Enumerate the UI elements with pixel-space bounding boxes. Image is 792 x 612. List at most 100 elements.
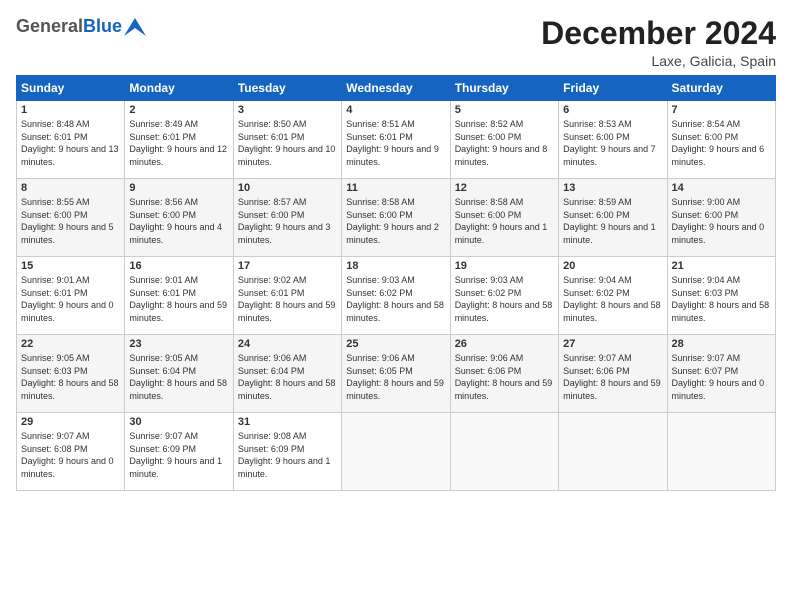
calendar-day [342,413,450,491]
logo-blue: Blue [83,16,122,36]
calendar-day: 15 Sunrise: 9:01 AMSunset: 6:01 PMDayligh… [17,257,125,335]
day-info: Sunrise: 9:08 AMSunset: 6:09 PMDaylight:… [238,430,337,480]
month-title: December 2024 [541,16,776,51]
day-info: Sunrise: 9:06 AMSunset: 6:06 PMDaylight:… [455,352,554,402]
day-info: Sunrise: 9:07 AMSunset: 6:08 PMDaylight:… [21,430,120,480]
day-info: Sunrise: 9:06 AMSunset: 6:04 PMDaylight:… [238,352,337,402]
calendar-day: 1 Sunrise: 8:48 AMSunset: 6:01 PMDaylight… [17,101,125,179]
calendar-week-row: 29Sunrise: 9:07 AMSunset: 6:08 PMDayligh… [17,413,776,491]
calendar-day: 22 Sunrise: 9:05 AMSunset: 6:03 PMDayligh… [17,335,125,413]
calendar-day: 29Sunrise: 9:07 AMSunset: 6:08 PMDayligh… [17,413,125,491]
calendar-day: 26Sunrise: 9:06 AMSunset: 6:06 PMDayligh… [450,335,558,413]
day-number: 5 [455,104,554,116]
day-info: Sunrise: 9:02 AMSunset: 6:01 PMDaylight:… [238,274,337,324]
calendar-day: 11 Sunrise: 8:58 AMSunset: 6:00 PMDayligh… [342,179,450,257]
calendar-day: 19 Sunrise: 9:03 AMSunset: 6:02 PMDayligh… [450,257,558,335]
day-info: Sunrise: 9:05 AMSunset: 6:04 PMDaylight:… [129,352,228,402]
day-number: 18 [346,260,445,272]
calendar-day: 20 Sunrise: 9:04 AMSunset: 6:02 PMDayligh… [559,257,667,335]
calendar-header: Sunday Monday Tuesday Wednesday Thursday… [17,76,776,101]
calendar-day: 13Sunrise: 8:59 AMSunset: 6:00 PMDayligh… [559,179,667,257]
day-info: Sunrise: 9:04 AMSunset: 6:03 PMDaylight:… [672,274,771,324]
day-info: Sunrise: 8:48 AMSunset: 6:01 PMDaylight:… [21,118,120,168]
day-number: 8 [21,182,120,194]
day-info: Sunrise: 9:03 AMSunset: 6:02 PMDaylight:… [346,274,445,324]
page-container: GeneralBlue December 2024 Laxe, Galicia,… [0,0,792,499]
col-sunday: Sunday [17,76,125,101]
calendar-day: 31 Sunrise: 9:08 AMSunset: 6:09 PMDayligh… [233,413,341,491]
day-info: Sunrise: 8:54 AMSunset: 6:00 PMDaylight:… [672,118,771,168]
day-info: Sunrise: 8:58 AMSunset: 6:00 PMDaylight:… [455,196,554,246]
day-info: Sunrise: 9:07 AMSunset: 6:07 PMDaylight:… [672,352,771,402]
col-monday: Monday [125,76,233,101]
day-number: 11 [346,182,445,194]
col-tuesday: Tuesday [233,76,341,101]
day-number: 12 [455,182,554,194]
day-number: 7 [672,104,771,116]
col-friday: Friday [559,76,667,101]
day-number: 1 [21,104,120,116]
day-info: Sunrise: 8:55 AMSunset: 6:00 PMDaylight:… [21,196,120,246]
day-number: 17 [238,260,337,272]
col-saturday: Saturday [667,76,775,101]
calendar-day: 25Sunrise: 9:06 AMSunset: 6:05 PMDayligh… [342,335,450,413]
calendar-day: 27Sunrise: 9:07 AMSunset: 6:06 PMDayligh… [559,335,667,413]
day-number: 16 [129,260,228,272]
day-info: Sunrise: 9:03 AMSunset: 6:02 PMDaylight:… [455,274,554,324]
day-info: Sunrise: 8:50 AMSunset: 6:01 PMDaylight:… [238,118,337,168]
day-number: 15 [21,260,120,272]
day-number: 21 [672,260,771,272]
calendar-day: 4Sunrise: 8:51 AMSunset: 6:01 PMDaylight… [342,101,450,179]
day-info: Sunrise: 8:57 AMSunset: 6:00 PMDaylight:… [238,196,337,246]
day-number: 22 [21,338,120,350]
calendar-week-row: 1 Sunrise: 8:48 AMSunset: 6:01 PMDaylight… [17,101,776,179]
day-number: 19 [455,260,554,272]
day-number: 28 [672,338,771,350]
calendar-day [667,413,775,491]
day-info: Sunrise: 8:53 AMSunset: 6:00 PMDaylight:… [563,118,662,168]
day-number: 2 [129,104,228,116]
col-wednesday: Wednesday [342,76,450,101]
day-info: Sunrise: 9:04 AMSunset: 6:02 PMDaylight:… [563,274,662,324]
day-info: Sunrise: 8:52 AMSunset: 6:00 PMDaylight:… [455,118,554,168]
calendar-day: 3Sunrise: 8:50 AMSunset: 6:01 PMDaylight… [233,101,341,179]
day-number: 20 [563,260,662,272]
calendar-week-row: 15 Sunrise: 9:01 AMSunset: 6:01 PMDayligh… [17,257,776,335]
col-thursday: Thursday [450,76,558,101]
day-info: Sunrise: 8:58 AMSunset: 6:00 PMDaylight:… [346,196,445,246]
calendar-day: 24Sunrise: 9:06 AMSunset: 6:04 PMDayligh… [233,335,341,413]
day-info: Sunrise: 8:49 AMSunset: 6:01 PMDaylight:… [129,118,228,168]
calendar-week-row: 22 Sunrise: 9:05 AMSunset: 6:03 PMDayligh… [17,335,776,413]
day-info: Sunrise: 8:51 AMSunset: 6:01 PMDaylight:… [346,118,445,168]
calendar-day: 16Sunrise: 9:01 AMSunset: 6:01 PMDayligh… [125,257,233,335]
day-info: Sunrise: 9:01 AMSunset: 6:01 PMDaylight:… [21,274,120,324]
calendar-day: 30 Sunrise: 9:07 AMSunset: 6:09 PMDayligh… [125,413,233,491]
day-number: 10 [238,182,337,194]
day-info: Sunrise: 9:07 AMSunset: 6:09 PMDaylight:… [129,430,228,480]
calendar-day [559,413,667,491]
day-info: Sunrise: 9:05 AMSunset: 6:03 PMDaylight:… [21,352,120,402]
calendar-day: 8 Sunrise: 8:55 AMSunset: 6:00 PMDaylight… [17,179,125,257]
calendar-day: 23Sunrise: 9:05 AMSunset: 6:04 PMDayligh… [125,335,233,413]
day-info: Sunrise: 9:00 AMSunset: 6:00 PMDaylight:… [672,196,771,246]
day-info: Sunrise: 8:56 AMSunset: 6:00 PMDaylight:… [129,196,228,246]
day-number: 9 [129,182,228,194]
calendar-day: 21 Sunrise: 9:04 AMSunset: 6:03 PMDayligh… [667,257,775,335]
day-number: 13 [563,182,662,194]
location: Laxe, Galicia, Spain [541,53,776,69]
title-block: December 2024 Laxe, Galicia, Spain [541,16,776,69]
day-number: 31 [238,416,337,428]
calendar-day: 6Sunrise: 8:53 AMSunset: 6:00 PMDaylight… [559,101,667,179]
day-number: 30 [129,416,228,428]
logo: GeneralBlue [16,16,146,37]
header-row: Sunday Monday Tuesday Wednesday Thursday… [17,76,776,101]
calendar-day [450,413,558,491]
header: GeneralBlue December 2024 Laxe, Galicia,… [16,16,776,69]
calendar-day: 5 Sunrise: 8:52 AMSunset: 6:00 PMDaylight… [450,101,558,179]
calendar-day: 9 Sunrise: 8:56 AMSunset: 6:00 PMDaylight… [125,179,233,257]
day-info: Sunrise: 9:07 AMSunset: 6:06 PMDaylight:… [563,352,662,402]
calendar-day: 12 Sunrise: 8:58 AMSunset: 6:00 PMDayligh… [450,179,558,257]
calendar-week-row: 8 Sunrise: 8:55 AMSunset: 6:00 PMDaylight… [17,179,776,257]
calendar-day: 7 Sunrise: 8:54 AMSunset: 6:00 PMDaylight… [667,101,775,179]
day-number: 14 [672,182,771,194]
